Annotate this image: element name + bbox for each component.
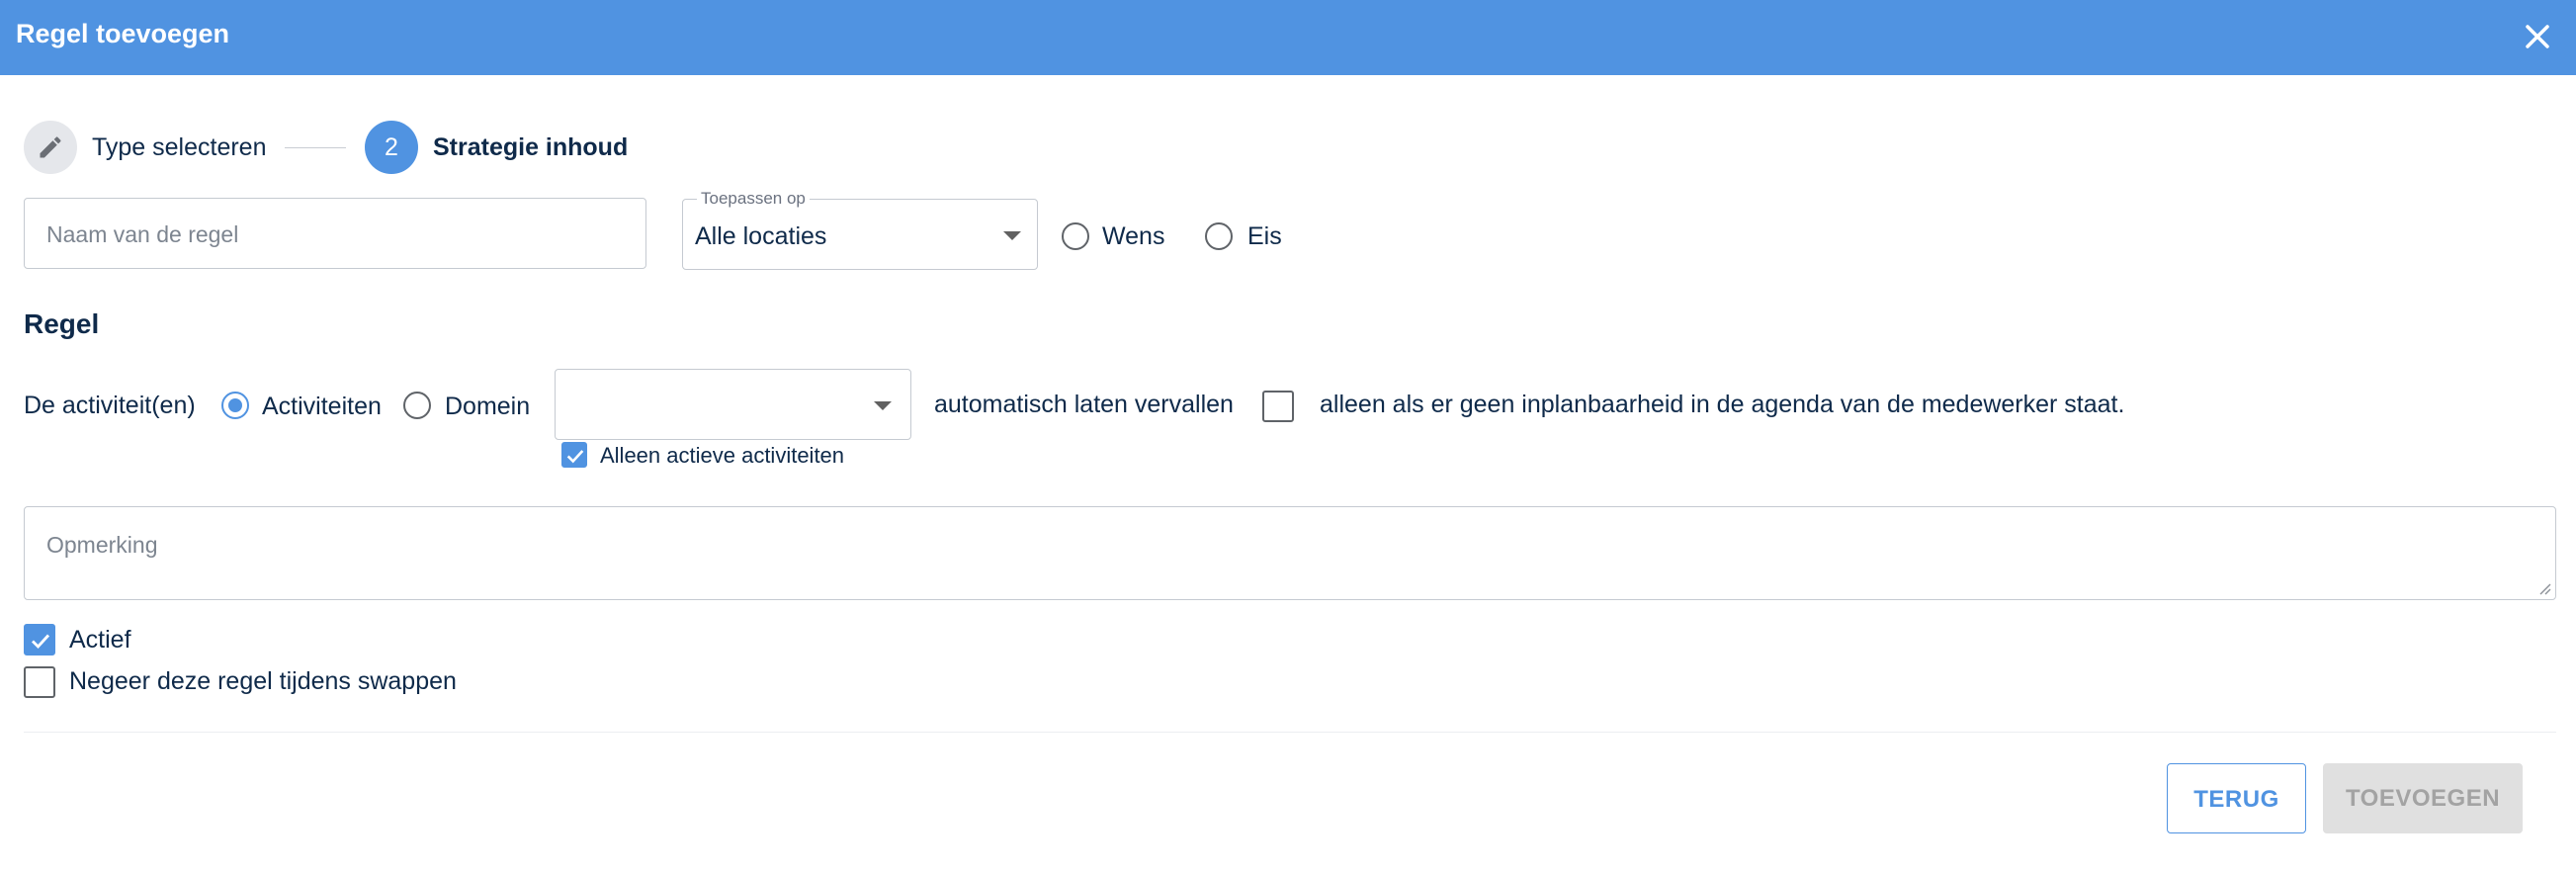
apply-to-select[interactable]: Toepassen op Alle locaties	[682, 190, 1038, 270]
back-button[interactable]: TERUG	[2167, 763, 2306, 833]
step2-label: Strategie inhoud	[433, 133, 629, 161]
ignore-swap-label: Negeer deze regel tijdens swappen	[69, 667, 457, 695]
chevron-down-icon	[874, 401, 892, 410]
condition-text: alleen als er geen inplanbaarheid in de …	[1320, 391, 2125, 418]
apply-to-label: Toepassen op	[697, 190, 810, 208]
activity-select[interactable]	[555, 369, 911, 440]
type-label-domein: Domein	[445, 393, 531, 420]
priority-radio-wens[interactable]	[1062, 222, 1089, 250]
apply-to-value: Alle locaties	[695, 222, 827, 250]
type-label-activiteiten: Activiteiten	[262, 393, 382, 420]
auto-expire-text: automatisch laten vervallen	[934, 391, 1234, 418]
condition-checkbox[interactable]	[1262, 391, 1294, 422]
dialog-header: Regel toevoegen	[0, 0, 2576, 75]
priority-radio-eis[interactable]	[1205, 222, 1233, 250]
stepper-connector	[285, 147, 346, 148]
rule-section-title: Regel	[24, 308, 100, 339]
rule-intro-text: De activiteit(en)	[24, 392, 196, 419]
dialog-title: Regel toevoegen	[16, 19, 230, 48]
step1-label[interactable]: Type selecteren	[92, 132, 267, 162]
check-icon	[566, 450, 584, 464]
close-icon[interactable]	[2521, 20, 2554, 53]
resize-grip-icon[interactable]	[2536, 580, 2552, 596]
priority-label-eis: Eis	[1247, 222, 1282, 250]
type-radio-activiteiten[interactable]	[221, 392, 249, 419]
rule-name-placeholder: Naam van de regel	[46, 221, 239, 247]
chevron-down-icon	[1003, 231, 1021, 240]
active-label: Actief	[69, 626, 131, 654]
rule-name-input[interactable]: Naam van de regel	[24, 198, 646, 269]
footer-divider	[24, 732, 2556, 733]
priority-label-wens: Wens	[1102, 222, 1165, 250]
remark-textarea[interactable]: Opmerking	[24, 506, 2556, 600]
remark-placeholder: Opmerking	[46, 532, 158, 558]
only-active-checkbox[interactable]	[561, 442, 587, 468]
type-radio-domein[interactable]	[403, 392, 431, 419]
step1-indicator[interactable]	[24, 121, 77, 174]
check-icon	[32, 634, 50, 650]
add-button: TOEVOEGEN	[2323, 763, 2523, 833]
ignore-swap-checkbox[interactable]	[24, 666, 55, 698]
active-checkbox[interactable]	[24, 624, 55, 656]
step2-indicator: 2	[365, 121, 418, 174]
only-active-label: Alleen actieve activiteiten	[600, 443, 845, 468]
pencil-icon	[40, 136, 61, 158]
